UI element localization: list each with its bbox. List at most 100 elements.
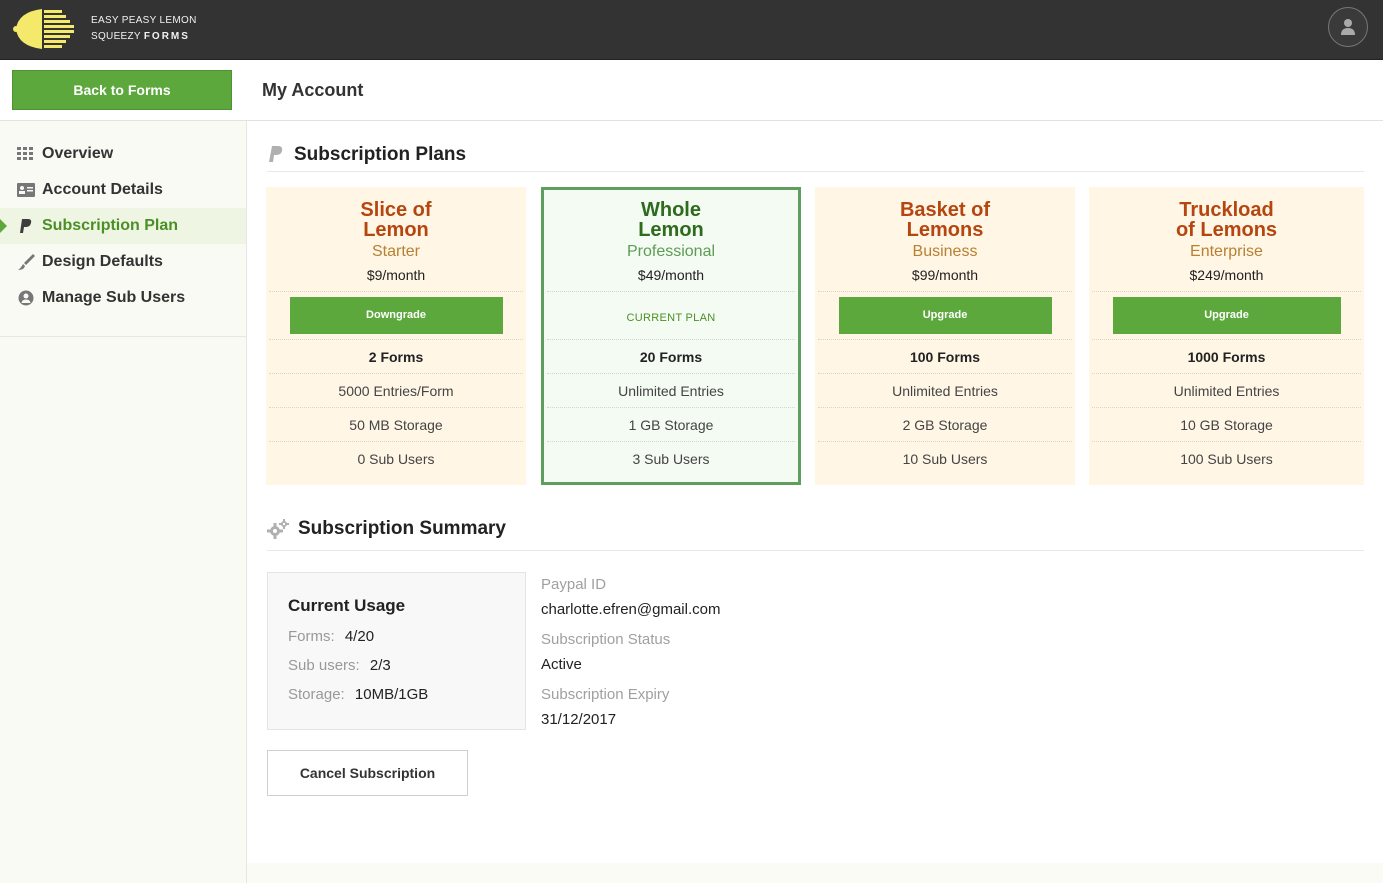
top-bar: EASY PEASY LEMON SQUEEZY FORMS: [0, 0, 1383, 60]
subscription-summary-header: Subscription Summary: [267, 511, 1364, 551]
plan-action-row: Upgrade: [818, 291, 1072, 339]
usage-forms-value: 4/20: [344, 628, 375, 645]
subscription-plans-header: Subscription Plans: [267, 136, 1364, 172]
plan-action-row: CURRENT PLAN: [547, 291, 795, 339]
plan-tier: Professional: [626, 243, 716, 260]
plan-name: Slice of Lemon: [266, 200, 526, 240]
plan-name-line2: of Lemons: [1175, 219, 1278, 241]
plan-price: $49/month: [637, 267, 705, 283]
plan-card-business: Basket of Lemons Business $99/month Upgr…: [815, 187, 1075, 485]
plan-card-enterprise: Truckload of Lemons Enterprise $249/mont…: [1089, 187, 1364, 485]
plan-sub-users: 3 Sub Users: [547, 441, 795, 475]
brand-line2: SQUEEZY FORMS: [91, 29, 197, 45]
sidebar-item-manage-sub-users[interactable]: Manage Sub Users: [0, 280, 246, 316]
brand-line1: EASY PEASY LEMON: [91, 15, 197, 26]
plan-forms: 1000 Forms: [1092, 339, 1361, 373]
usage-sub-users-value: 2/3: [369, 657, 391, 674]
plan-entries: Unlimited Entries: [1092, 373, 1361, 407]
user-circle-icon: [18, 290, 34, 306]
plan-price: $9/month: [366, 267, 426, 283]
plan-storage: 2 GB Storage: [818, 407, 1072, 441]
plan-entries: 5000 Entries/Form: [269, 373, 523, 407]
sidebar-item-overview[interactable]: Overview: [0, 136, 246, 172]
plan-action-row: Downgrade: [269, 291, 523, 339]
sidebar-item-account-details[interactable]: Account Details: [0, 172, 246, 208]
plan-name-line2: Lemon: [638, 219, 704, 241]
plan-name-line1: Basket of: [899, 199, 991, 221]
current-usage-panel: Current Usage Forms: 4/20 Sub users: 2/3…: [267, 572, 526, 730]
subscription-expiry-value: 31/12/2017: [541, 711, 617, 728]
plan-storage: 1 GB Storage: [547, 407, 795, 441]
plan-sub-users: 100 Sub Users: [1092, 441, 1361, 475]
plan-storage: 50 MB Storage: [269, 407, 523, 441]
cancel-subscription-button[interactable]: Cancel Subscription: [267, 750, 468, 796]
upgrade-button[interactable]: Upgrade: [838, 297, 1052, 334]
page-title: My Account: [262, 80, 364, 100]
user-menu-button[interactable]: [1328, 7, 1368, 47]
plan-forms: 20 Forms: [547, 339, 795, 373]
plan-forms: 100 Forms: [818, 339, 1072, 373]
plan-name: Whole Lemon: [544, 200, 798, 240]
paypal-icon: [20, 219, 32, 233]
sidebar-item-label: Manage Sub Users: [42, 289, 186, 306]
usage-storage: Storage: 10MB/1GB: [288, 686, 428, 703]
usage-forms: Forms: 4/20: [288, 628, 374, 645]
usage-storage-value: 10MB/1GB: [354, 686, 429, 703]
main-content: Subscription Plans Slice of Lemon Starte…: [247, 121, 1383, 883]
sidebar-nav: Overview Account Details Subscription Pl…: [0, 121, 246, 337]
section-title: Subscription Plans: [294, 144, 467, 165]
plan-name-line1: Truckload: [1179, 199, 1274, 221]
plan-name-line1: Whole: [641, 199, 701, 221]
usage-title: Current Usage: [288, 596, 406, 615]
footer-strip: [247, 863, 1383, 883]
current-plan-label: CURRENT PLAN: [626, 312, 716, 324]
sidebar-item-label: Account Details: [42, 181, 163, 198]
plan-tier: Business: [912, 243, 978, 260]
sub-header: Back to Forms My Account: [0, 60, 1383, 121]
plan-entries: Unlimited Entries: [818, 373, 1072, 407]
usage-forms-label: Forms:: [288, 628, 335, 645]
sidebar: Overview Account Details Subscription Pl…: [0, 121, 247, 883]
upgrade-button[interactable]: Upgrade: [1112, 297, 1341, 334]
paypal-icon: [269, 146, 283, 162]
sidebar-item-label: Design Defaults: [42, 253, 163, 270]
plans-grid: Slice of Lemon Starter $9/month Downgrad…: [266, 187, 1366, 485]
lemon-logo-icon[interactable]: [12, 6, 82, 52]
plan-sub-users: 0 Sub Users: [269, 441, 523, 475]
paypal-id-label: Paypal ID: [541, 576, 607, 593]
plan-tier: Enterprise: [1190, 243, 1263, 260]
brand-line2-b: FORMS: [143, 31, 190, 42]
usage-sub-users: Sub users: 2/3: [288, 657, 391, 674]
paypal-id-value: charlotte.efren@gmail.com: [541, 601, 721, 618]
plan-name: Truckload of Lemons: [1089, 200, 1364, 240]
id-card-icon: [17, 183, 35, 197]
subscription-status-value: Active: [541, 656, 582, 673]
plan-name-line2: Lemons: [906, 219, 984, 241]
plan-tier: Starter: [371, 243, 420, 260]
back-to-forms-button[interactable]: Back to Forms: [12, 70, 232, 110]
plan-card-starter: Slice of Lemon Starter $9/month Downgrad…: [266, 187, 526, 485]
gears-icon: [267, 519, 289, 539]
plan-action-row: Upgrade: [1092, 291, 1361, 339]
subscription-status-label: Subscription Status: [541, 631, 671, 648]
plan-card-professional: Whole Lemon Professional $49/month CURRE…: [541, 187, 801, 485]
user-icon: [1341, 19, 1355, 35]
sidebar-item-design-defaults[interactable]: Design Defaults: [0, 244, 246, 280]
plan-price: $249/month: [1189, 267, 1264, 283]
brand-line2-a: SQUEEZY: [91, 31, 141, 42]
downgrade-button[interactable]: Downgrade: [289, 297, 503, 334]
subscription-expiry-label: Subscription Expiry: [541, 686, 670, 703]
grid-icon: [17, 147, 33, 160]
usage-storage-label: Storage:: [288, 686, 345, 703]
plan-name-line1: Slice of: [360, 199, 432, 221]
sidebar-item-label: Subscription Plan: [42, 217, 179, 234]
sidebar-item-label: Overview: [42, 145, 114, 162]
plan-forms: 2 Forms: [269, 339, 523, 373]
brand-name: EASY PEASY LEMON SQUEEZY FORMS: [91, 13, 197, 45]
plan-price: $99/month: [911, 267, 979, 283]
brush-icon: [18, 254, 35, 270]
plan-entries: Unlimited Entries: [547, 373, 795, 407]
sidebar-item-subscription-plan[interactable]: Subscription Plan: [0, 208, 246, 244]
plan-name-line2: Lemon: [363, 219, 429, 241]
section-title: Subscription Summary: [298, 518, 506, 539]
